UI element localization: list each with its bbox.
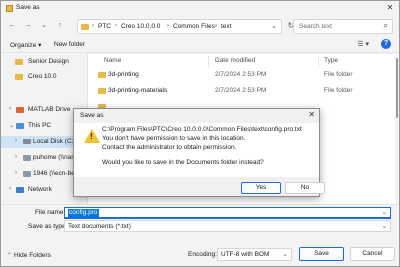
sidebar-item-label: Local Disk (C:) bbox=[33, 138, 76, 145]
file-name-value: config.pro bbox=[68, 209, 99, 217]
column-divider[interactable] bbox=[208, 56, 209, 67]
file-date: 2/7/2024 2:53 PM bbox=[215, 87, 267, 94]
save-form: File name: config.pro ⌄ Save as type: Te… bbox=[1, 204, 399, 266]
chevron-right-icon[interactable]: › bbox=[15, 154, 17, 160]
scrollbar-thumb[interactable] bbox=[396, 58, 398, 118]
folder-icon bbox=[15, 74, 23, 80]
dialog-message: Contact the administrator to obtain perm… bbox=[102, 144, 237, 151]
sidebar-item-creo-10[interactable]: Creo 10.0 bbox=[1, 71, 87, 83]
pc-icon bbox=[16, 123, 24, 129]
chevron-right-icon: › bbox=[167, 23, 169, 29]
chevron-up-icon: ⌃ bbox=[7, 253, 13, 259]
sidebar-item-label: Creo 10.0 bbox=[28, 73, 57, 80]
encoding-value: UTF-8 with BOM bbox=[221, 251, 270, 258]
network-drive-icon bbox=[23, 155, 31, 161]
permission-dialog: Save as ✕ ! C:\Program Files\PTC\Creo 10… bbox=[73, 108, 325, 197]
dialog-title: Save as bbox=[80, 112, 104, 119]
file-name: 3d-printing bbox=[108, 71, 139, 78]
drive-icon bbox=[23, 139, 31, 144]
save-type-select[interactable]: Text documents (*.txt) ⌄ bbox=[64, 220, 391, 232]
column-header-date[interactable]: Date modified bbox=[215, 57, 255, 64]
folder-icon bbox=[98, 88, 106, 94]
sidebar-item-label: MATLAB Drive bbox=[28, 106, 71, 113]
address-bar[interactable]: › PTC › Creo 10.0.0.0 › Common Files › t… bbox=[77, 19, 282, 34]
warning-exclamation: ! bbox=[90, 132, 93, 141]
hide-folders-label: Hide Folders bbox=[14, 252, 51, 259]
title-bar: Save as ✕ bbox=[1, 1, 399, 16]
dialog-body: ! C:\Program Files\PTC\Creo 10.0.0.0\Com… bbox=[74, 123, 319, 177]
matlab-icon bbox=[16, 107, 24, 113]
vertical-scrollbar[interactable] bbox=[395, 54, 399, 204]
column-header-type[interactable]: Type bbox=[324, 57, 338, 64]
no-button[interactable]: No bbox=[285, 182, 325, 194]
view-options-icon[interactable]: ☰ ▾ bbox=[357, 40, 369, 48]
close-icon[interactable]: ✕ bbox=[385, 2, 395, 14]
search-icon: ⌕ bbox=[383, 21, 388, 30]
breadcrumb-creo[interactable]: Creo 10.0.0.0 bbox=[121, 23, 160, 30]
chevron-right-icon[interactable]: › bbox=[15, 170, 17, 176]
table-row[interactable]: 3d-printing 2/7/2024 2:53 PM File folder bbox=[88, 69, 399, 81]
save-as-window: Save as ✕ ← → ⌄ ↑ › PTC › Creo 10.0.0.0 … bbox=[0, 0, 400, 267]
notepad-icon bbox=[6, 5, 13, 12]
sidebar-item-label: This PC bbox=[28, 122, 52, 129]
save-button[interactable]: Save bbox=[299, 247, 344, 261]
chevron-right-icon[interactable]: › bbox=[9, 186, 11, 192]
breadcrumb-text[interactable]: text bbox=[221, 23, 231, 30]
chevron-right-icon: › bbox=[115, 23, 117, 29]
sidebar-item-label: Network bbox=[28, 186, 52, 193]
hide-folders-button[interactable]: ⌃ Hide Folders bbox=[7, 252, 51, 259]
search-input[interactable]: Search text ⌕ bbox=[293, 19, 393, 34]
chevron-down-icon[interactable]: ⌄ bbox=[382, 222, 387, 230]
help-icon[interactable]: ? bbox=[381, 39, 391, 49]
column-header-name[interactable]: Name bbox=[104, 57, 121, 64]
folder-icon bbox=[81, 24, 89, 30]
command-bar: Organize ▾ New folder ☰ ▾ ? bbox=[1, 37, 399, 53]
file-type: File folder bbox=[324, 71, 353, 78]
folder-icon bbox=[98, 72, 106, 78]
window-title: Save as bbox=[16, 4, 40, 11]
dialog-message: You don't have permission to save in thi… bbox=[102, 135, 246, 142]
column-divider[interactable] bbox=[318, 56, 319, 67]
file-date: 2/7/2024 2:53 PM bbox=[215, 71, 267, 78]
search-placeholder: Search text bbox=[299, 23, 332, 30]
navigation-bar: ← → ⌄ ↑ › PTC › Creo 10.0.0.0 › Common F… bbox=[1, 16, 399, 37]
recent-locations-chevron-icon[interactable]: ⌄ bbox=[39, 21, 49, 31]
file-name-input[interactable]: config.pro ⌄ bbox=[64, 207, 391, 219]
sidebar-item-senior-design[interactable]: Senior Design bbox=[1, 56, 87, 68]
breadcrumb-common-files[interactable]: Common Files bbox=[173, 23, 215, 30]
close-icon[interactable]: ✕ bbox=[308, 110, 315, 119]
file-type: File folder bbox=[324, 87, 353, 94]
network-drive-icon bbox=[23, 171, 31, 177]
chevron-down-icon[interactable]: ⌄ bbox=[9, 122, 14, 129]
chevron-right-icon[interactable]: › bbox=[9, 106, 11, 112]
folder-icon bbox=[15, 59, 23, 65]
file-name-label: File name: bbox=[35, 209, 66, 216]
file-name: 3d-printing-materials bbox=[108, 87, 168, 94]
chevron-down-icon[interactable]: ⌄ bbox=[382, 208, 387, 216]
chevron-down-icon[interactable]: ⌄ bbox=[271, 22, 277, 30]
new-folder-button[interactable]: New folder bbox=[54, 41, 85, 48]
back-arrow-icon[interactable]: ← bbox=[7, 21, 17, 31]
chevron-right-icon[interactable]: › bbox=[15, 138, 17, 144]
breadcrumb-ptc[interactable]: PTC bbox=[98, 23, 111, 30]
yes-button[interactable]: Yes bbox=[241, 182, 281, 194]
save-type-label: Save as type: bbox=[28, 223, 68, 230]
encoding-select[interactable]: UTF-8 with BOM ⌄ bbox=[217, 248, 292, 261]
sidebar-item-label: Senior Design bbox=[28, 58, 69, 65]
forward-arrow-icon[interactable]: → bbox=[23, 21, 33, 31]
dialog-path: C:\Program Files\PTC\Creo 10.0.0.0\Commo… bbox=[102, 126, 302, 133]
chevron-down-icon[interactable]: ⌄ bbox=[283, 250, 288, 258]
organize-button[interactable]: Organize ▾ bbox=[10, 41, 41, 49]
up-arrow-icon[interactable]: ↑ bbox=[55, 21, 65, 31]
network-icon bbox=[16, 187, 24, 193]
save-type-value: Text documents (*.txt) bbox=[68, 223, 131, 230]
dialog-question: Would you like to save in the Documents … bbox=[102, 159, 264, 166]
chevron-right-icon: › bbox=[92, 23, 94, 29]
cancel-button[interactable]: Cancel bbox=[350, 247, 395, 261]
chevron-right-icon: › bbox=[215, 23, 217, 29]
table-row[interactable]: 3d-printing-materials 2/7/2024 2:53 PM F… bbox=[88, 85, 399, 97]
encoding-label: Encoding: bbox=[188, 251, 217, 258]
